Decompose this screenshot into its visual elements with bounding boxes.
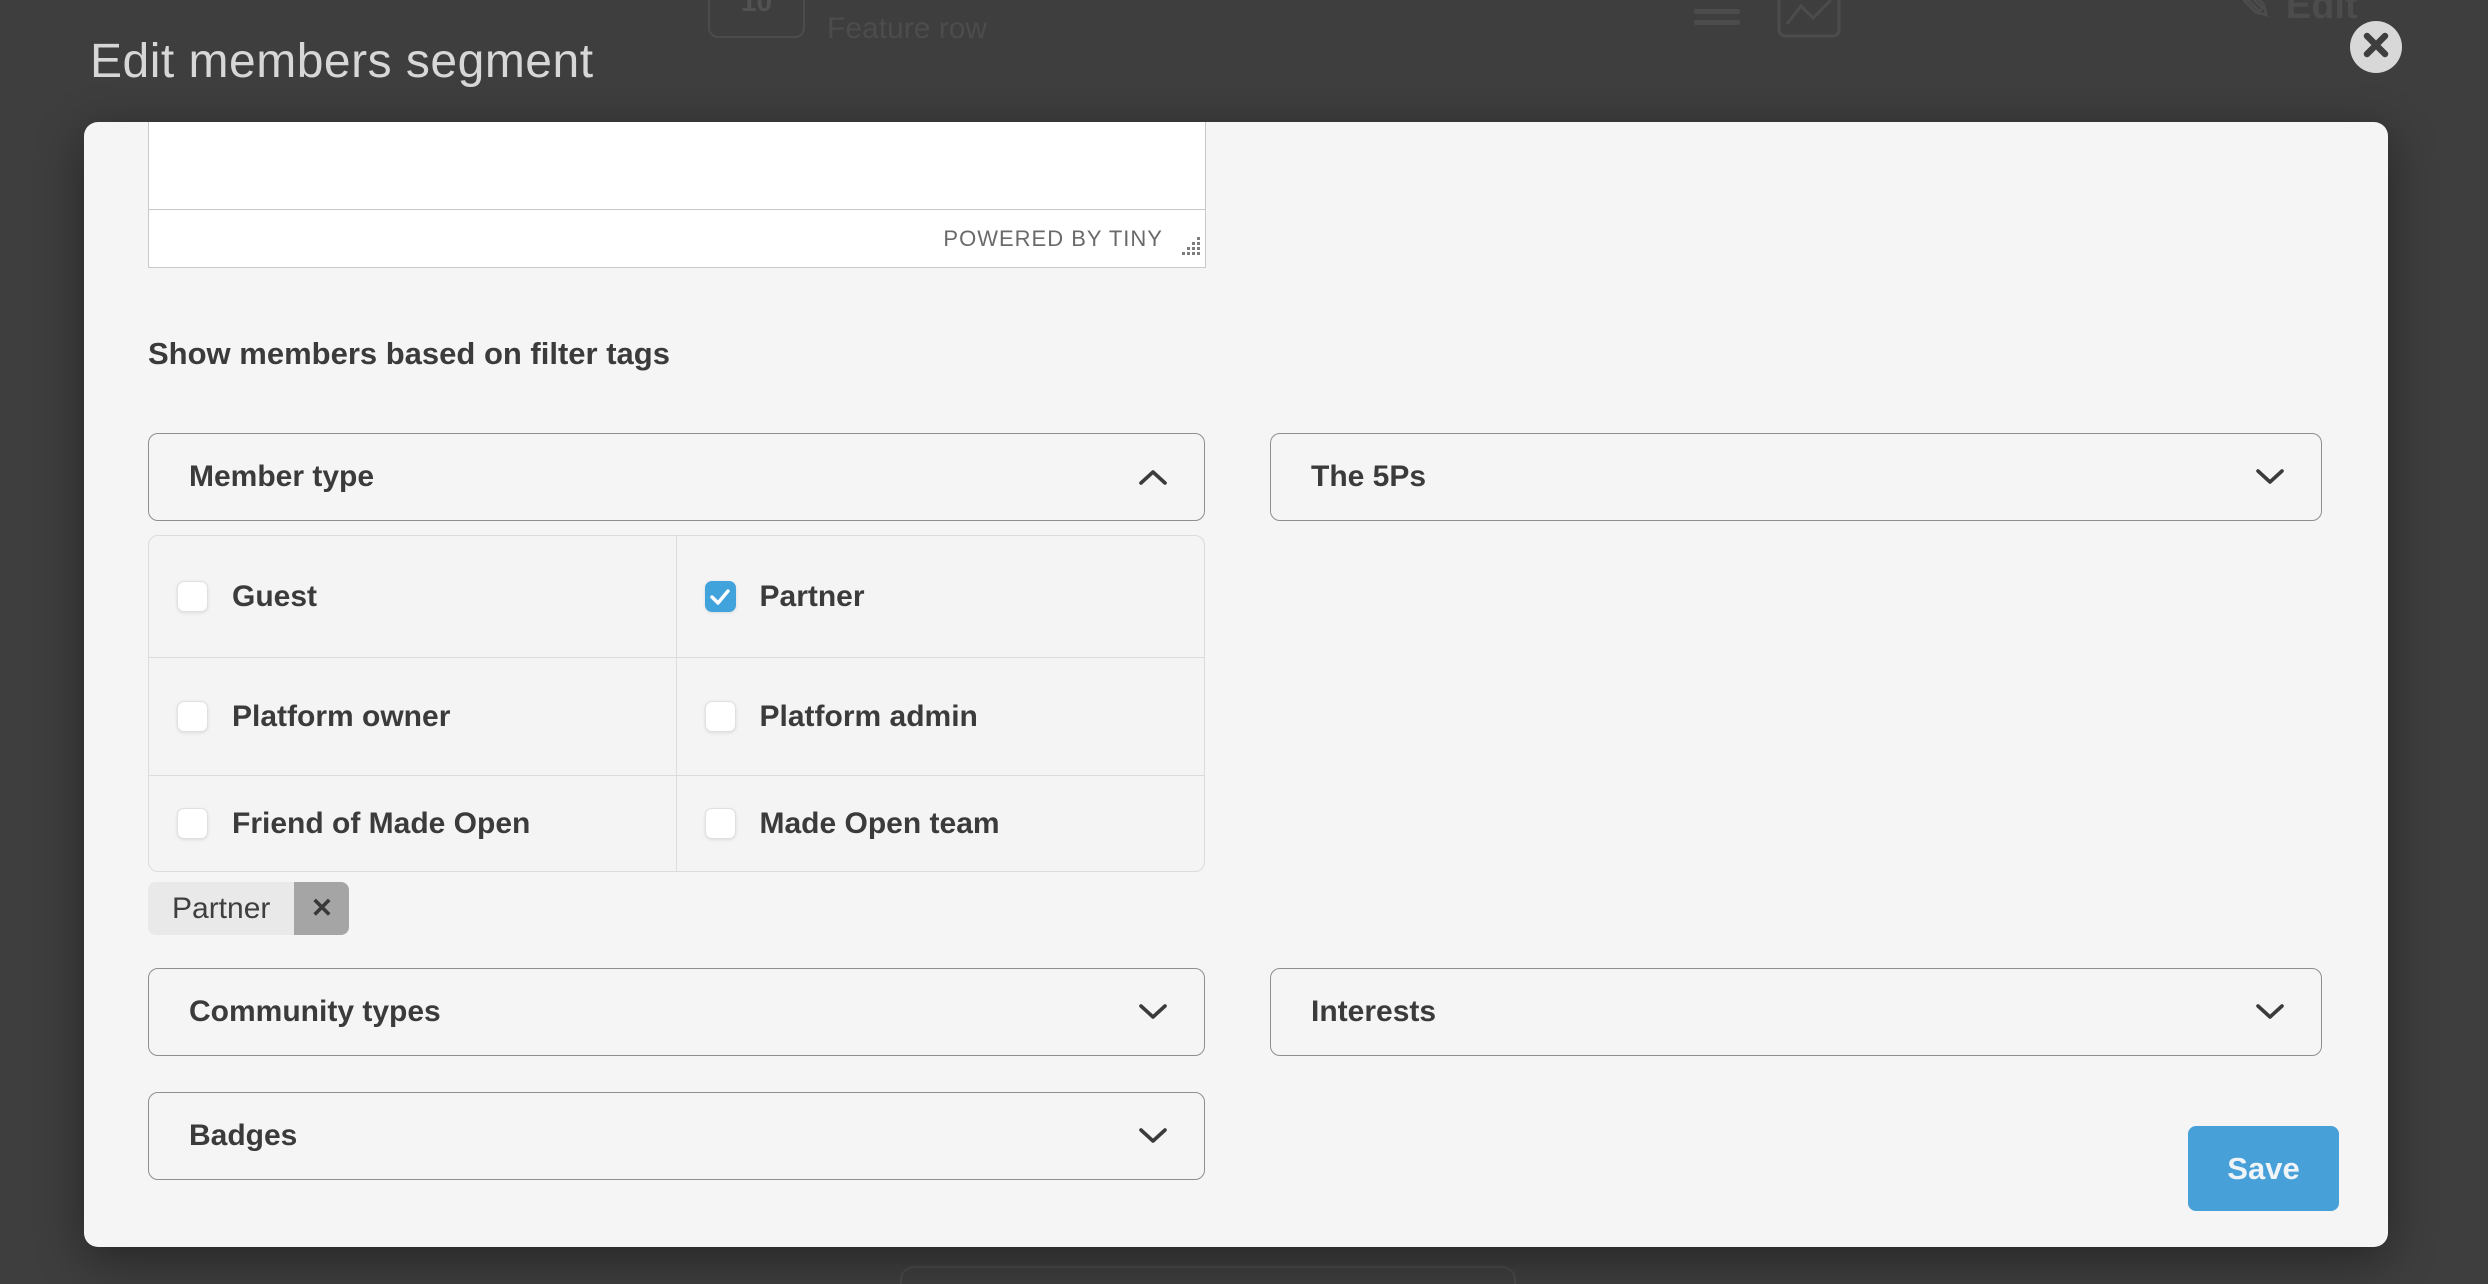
dropdown-label: Badges (189, 1119, 297, 1153)
dropdown-member-type[interactable]: Member type (148, 433, 1205, 521)
background-card-outline (900, 1266, 1516, 1284)
dropdown-interests[interactable]: Interests (1270, 968, 2322, 1056)
edit-members-segment-modal: POWERED BY TINY Show members based on fi… (84, 122, 2388, 1247)
chevron-down-icon (1138, 1003, 1168, 1021)
modal-title: Edit members segment (90, 34, 594, 89)
tag-label: Partner (148, 882, 294, 935)
dropdown-label: The 5Ps (1311, 460, 1426, 494)
option-made-open-team[interactable]: Made Open team (677, 776, 1205, 871)
option-label: Platform owner (232, 700, 450, 734)
save-button[interactable]: Save (2188, 1126, 2339, 1211)
checkbox-unchecked[interactable] (705, 701, 736, 732)
close-button[interactable] (2350, 21, 2402, 73)
chart-icon (1777, 0, 1841, 43)
pencil-icon: ✎ (2240, 0, 2272, 29)
chevron-down-icon (2255, 1003, 2285, 1021)
chevron-down-icon (2255, 468, 2285, 486)
option-label: Guest (232, 580, 317, 614)
option-platform-admin[interactable]: Platform admin (677, 658, 1205, 776)
close-icon (2363, 32, 2389, 63)
dropdown-badges[interactable]: Badges (148, 1092, 1205, 1180)
filter-tags-heading: Show members based on filter tags (148, 336, 670, 372)
dropdown-the-5ps[interactable]: The 5Ps (1270, 433, 2322, 521)
drag-handle-icon (1694, 9, 1740, 31)
background-feature-count-badge: 10 (708, 0, 805, 38)
background-edit-button: ✎ Edit (2240, 0, 2358, 29)
dropdown-community-types[interactable]: Community types (148, 968, 1205, 1056)
chevron-up-icon (1138, 468, 1168, 486)
powered-by-tiny-label: POWERED BY TINY (943, 226, 1163, 252)
option-label: Platform admin (760, 700, 978, 734)
editor-statusbar: POWERED BY TINY (149, 209, 1205, 267)
selected-tag-partner: Partner ✕ (148, 882, 349, 935)
checkbox-checked[interactable] (705, 581, 736, 612)
dropdown-label: Member type (189, 460, 374, 494)
checkbox-unchecked[interactable] (177, 701, 208, 732)
option-label: Made Open team (760, 807, 1000, 841)
dropdown-label: Interests (1311, 995, 1436, 1029)
background-feature-row-label: Feature row (827, 12, 987, 46)
checkbox-unchecked[interactable] (177, 581, 208, 612)
option-friend-of-made-open[interactable]: Friend of Made Open (149, 776, 677, 871)
rich-text-editor[interactable]: POWERED BY TINY (148, 122, 1206, 268)
checkbox-unchecked[interactable] (177, 808, 208, 839)
remove-tag-button[interactable]: ✕ (294, 882, 349, 935)
checkbox-unchecked[interactable] (705, 808, 736, 839)
resize-grip-icon[interactable] (1180, 236, 1201, 262)
option-partner[interactable]: Partner (677, 536, 1205, 658)
option-label: Partner (760, 580, 865, 614)
close-icon: ✕ (311, 893, 334, 924)
option-label: Friend of Made Open (232, 807, 530, 841)
option-platform-owner[interactable]: Platform owner (149, 658, 677, 776)
chevron-down-icon (1138, 1127, 1168, 1145)
option-guest[interactable]: Guest (149, 536, 677, 658)
dropdown-label: Community types (189, 995, 441, 1029)
member-type-options-grid: Guest Partner Platform owner Platform ad… (148, 535, 1205, 872)
